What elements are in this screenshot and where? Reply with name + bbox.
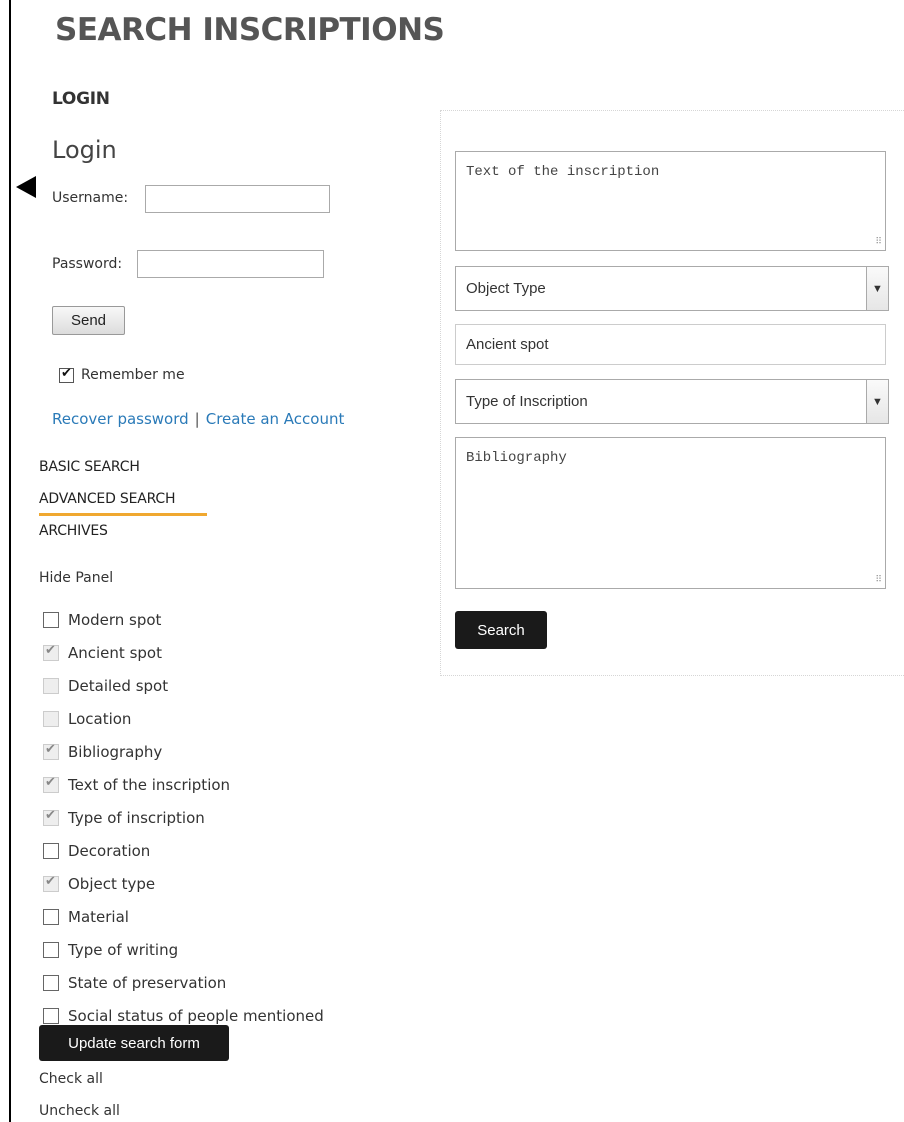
- chevron-down-icon[interactable]: ▼: [866, 380, 888, 423]
- option-label: Ancient spot: [68, 643, 162, 662]
- option-label: Bibliography: [68, 742, 163, 761]
- bibliography-placeholder: Bibliography: [466, 450, 567, 466]
- page-title: SEARCH INSCRIPTIONS: [55, 12, 445, 48]
- chevron-down-icon[interactable]: ▼: [866, 267, 888, 310]
- send-button[interactable]: Send: [52, 306, 125, 335]
- inscription-type-value: Type of Inscription: [466, 393, 588, 410]
- option-label: State of preservation: [68, 973, 227, 992]
- option-label: Detailed spot: [68, 676, 169, 695]
- account-links: Recover password | Create an Account: [52, 410, 344, 428]
- search-nav: BASIC SEARCH ADVANCED SEARCH ARCHIVES: [39, 458, 208, 554]
- option-checkbox: [43, 677, 59, 694]
- remember-me-label: Remember me: [81, 367, 185, 383]
- option-decoration[interactable]: Decoration: [43, 834, 324, 867]
- resize-grip-icon[interactable]: ⠿: [875, 237, 882, 247]
- ancient-spot-placeholder: Ancient spot: [466, 336, 549, 353]
- option-checkbox[interactable]: [43, 974, 59, 991]
- option-material[interactable]: Material: [43, 900, 324, 933]
- option-checkbox[interactable]: [43, 941, 59, 958]
- option-checkbox[interactable]: [43, 842, 59, 859]
- option-checkbox: [43, 808, 59, 826]
- hide-panel-link[interactable]: Hide Panel: [39, 570, 113, 586]
- uncheck-all-link[interactable]: Uncheck all: [39, 1103, 120, 1119]
- password-input[interactable]: [137, 250, 324, 278]
- login-heading: Login: [52, 136, 117, 164]
- remember-me-row[interactable]: Remember me: [59, 366, 185, 383]
- option-label: Type of writing: [68, 940, 179, 959]
- option-state-of-preservation[interactable]: State of preservation: [43, 966, 324, 999]
- update-search-form-button[interactable]: Update search form: [39, 1025, 229, 1061]
- option-label: Location: [68, 709, 132, 728]
- password-label: Password:: [52, 256, 123, 272]
- object-type-select[interactable]: Object Type ▼: [455, 266, 889, 311]
- search-button[interactable]: Search: [455, 611, 547, 649]
- left-border: [9, 0, 11, 1122]
- create-account-link[interactable]: Create an Account: [206, 410, 345, 428]
- object-type-value: Object Type: [466, 280, 546, 297]
- option-object-type: Object type: [43, 867, 324, 900]
- option-ancient-spot: Ancient spot: [43, 636, 324, 669]
- option-modern-spot[interactable]: Modern spot: [43, 603, 324, 636]
- field-options-list: Modern spot Ancient spot Detailed spot L…: [43, 603, 324, 1032]
- option-checkbox: [43, 742, 59, 760]
- nav-basic-search[interactable]: BASIC SEARCH: [39, 458, 175, 490]
- option-location: Location: [43, 702, 324, 735]
- option-checkbox[interactable]: [43, 611, 59, 628]
- option-label: Text of the inscription: [68, 775, 231, 794]
- option-label: Material: [68, 907, 129, 926]
- option-type-of-writing[interactable]: Type of writing: [43, 933, 324, 966]
- remember-me-checkbox[interactable]: [59, 366, 74, 383]
- option-type-of-inscription: Type of inscription: [43, 801, 324, 834]
- inscription-text-placeholder: Text of the inscription: [466, 164, 660, 180]
- resize-grip-icon[interactable]: ⠿: [875, 575, 882, 585]
- inscription-text-textarea[interactable]: Text of the inscription ⠿: [455, 151, 886, 251]
- login-section-title: LOGIN: [52, 89, 110, 109]
- recover-password-link[interactable]: Recover password: [52, 410, 189, 428]
- option-checkbox: [43, 710, 59, 727]
- option-label: Type of inscription: [68, 808, 205, 827]
- bibliography-textarea[interactable]: Bibliography ⠿: [455, 437, 886, 589]
- username-label: Username:: [52, 190, 129, 206]
- collapse-arrow-icon[interactable]: [16, 176, 36, 198]
- option-label: Decoration: [68, 841, 151, 860]
- inscription-type-select[interactable]: Type of Inscription ▼: [455, 379, 889, 424]
- option-checkbox[interactable]: [43, 1007, 59, 1024]
- check-all-link[interactable]: Check all: [39, 1071, 103, 1087]
- option-label: Modern spot: [68, 610, 162, 629]
- option-text-of-inscription: Text of the inscription: [43, 768, 324, 801]
- nav-archives[interactable]: ARCHIVES: [39, 522, 175, 554]
- option-checkbox: [43, 775, 59, 793]
- option-label: Object type: [68, 874, 156, 893]
- option-checkbox: [43, 874, 59, 892]
- option-detailed-spot: Detailed spot: [43, 669, 324, 702]
- option-label: Social status of people mentioned: [68, 1006, 324, 1025]
- link-separator: |: [194, 410, 200, 428]
- option-checkbox: [43, 643, 59, 661]
- ancient-spot-input[interactable]: Ancient spot: [455, 324, 886, 365]
- nav-advanced-search[interactable]: ADVANCED SEARCH: [39, 490, 208, 522]
- option-checkbox[interactable]: [43, 908, 59, 925]
- username-input[interactable]: [145, 185, 330, 213]
- option-bibliography: Bibliography: [43, 735, 324, 768]
